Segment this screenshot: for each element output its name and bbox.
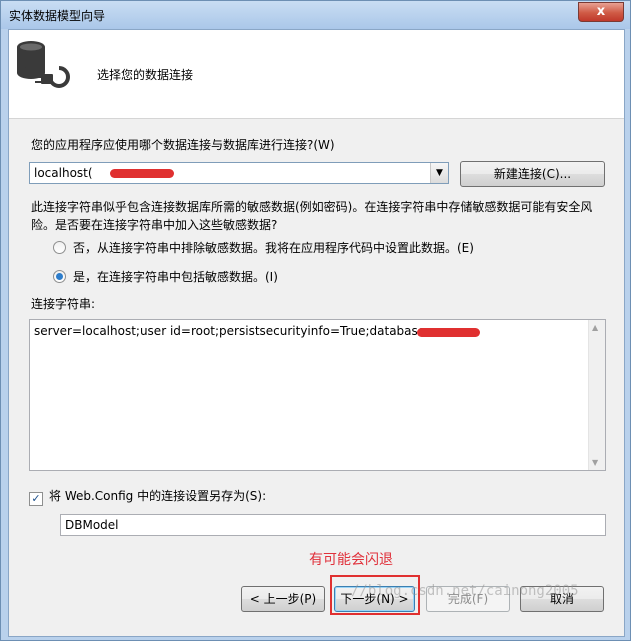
title-bar[interactable]: 实体数据模型向导 x xyxy=(1,1,630,29)
sensitive-data-warning: 此连接字符串似乎包含连接数据库所需的敏感数据(例如密码)。在连接字符串中存储敏感… xyxy=(31,200,593,232)
save-config-label: 将 Web.Config 中的连接设置另存为(S): xyxy=(49,489,267,503)
previous-button-label: < 上一步(P) xyxy=(249,592,317,606)
model-name-input[interactable] xyxy=(65,516,595,534)
wizard-window: 实体数据模型向导 x 选择您的数据连接 您的应用程序应使用哪个数据连接与数据库进… xyxy=(0,0,631,641)
wizard-header: 选择您的数据连接 xyxy=(9,30,624,119)
previous-button[interactable]: < 上一步(P) xyxy=(241,586,325,612)
radio-exclude-sensitive[interactable]: 否，从连接字符串中排除敏感数据。我将在应用程序代码中设置此数据。(E) xyxy=(53,239,474,256)
radio-button-selected[interactable] xyxy=(53,270,66,283)
crash-annotation: 有可能会闪退 xyxy=(309,552,393,568)
connection-question-label: 您的应用程序应使用哪个数据连接与数据库进行连接?(W) xyxy=(31,138,335,152)
database-plug-icon xyxy=(17,41,70,88)
close-icon: x xyxy=(596,4,606,19)
connection-string-textbox[interactable]: server=localhost;user id=root;persistsec… xyxy=(29,319,606,471)
connection-dropdown-value: localhost( xyxy=(34,166,93,180)
connection-dropdown[interactable]: localhost( ▼ xyxy=(29,162,449,184)
connection-string-value: server=localhost;user id=root;persistsec… xyxy=(34,324,436,338)
radio-button[interactable] xyxy=(53,241,66,254)
checkbox[interactable]: ✓ xyxy=(29,492,43,506)
watermark: //blog.csdn.net/cainong2005 xyxy=(351,583,579,599)
radio-exclude-label: 否，从连接字符串中排除敏感数据。我将在应用程序代码中设置此数据。(E) xyxy=(73,241,474,255)
model-name-field[interactable] xyxy=(60,514,606,536)
close-button[interactable]: x xyxy=(578,2,624,22)
save-config-checkbox-row[interactable]: ✓ 将 Web.Config 中的连接设置另存为(S): xyxy=(29,487,266,506)
new-connection-button[interactable]: 新建连接(C)... xyxy=(460,161,605,187)
radio-include-sensitive[interactable]: 是，在连接字符串中包括敏感数据。(I) xyxy=(53,268,278,285)
scroll-up-icon[interactable]: ▲ xyxy=(592,323,598,332)
wizard-body: 选择您的数据连接 您的应用程序应使用哪个数据连接与数据库进行连接?(W) loc… xyxy=(8,29,625,637)
scroll-down-icon[interactable]: ▼ xyxy=(592,458,598,467)
window-title: 实体数据模型向导 xyxy=(9,9,106,23)
chevron-down-icon[interactable]: ▼ xyxy=(430,163,448,183)
new-connection-button-label: 新建连接(C)... xyxy=(493,167,572,181)
connection-string-label: 连接字符串: xyxy=(31,297,96,311)
redaction-mark xyxy=(417,328,480,337)
redaction-mark xyxy=(110,169,174,178)
radio-include-label: 是，在连接字符串中包括敏感数据。(I) xyxy=(73,270,278,284)
page-title: 选择您的数据连接 xyxy=(97,68,194,82)
vertical-scrollbar[interactable]: ▲ ▼ xyxy=(588,320,605,470)
